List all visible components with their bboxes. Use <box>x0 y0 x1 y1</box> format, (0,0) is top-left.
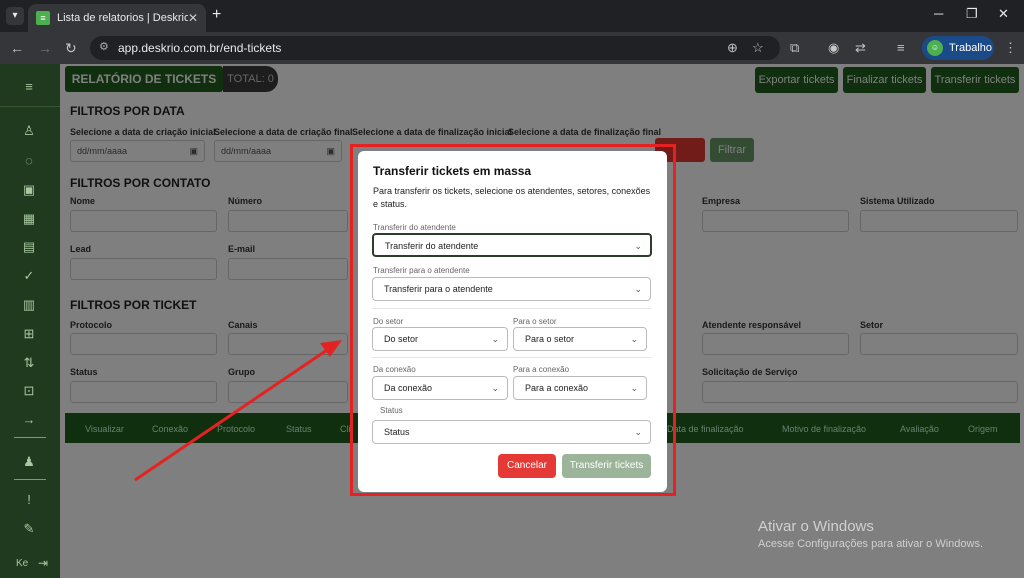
modal-description: Para transferir os tickets, selecione os… <box>373 186 651 209</box>
chevron-down-icon: ⌄ <box>630 334 638 344</box>
divider <box>372 308 651 309</box>
to-sector-value: Para o setor <box>525 334 575 344</box>
status-select-modal[interactable]: Status ⌄ <box>372 420 651 444</box>
modal-title: Transferir tickets em massa <box>373 164 532 178</box>
from-agent-select[interactable]: Transferir do atendente ⌄ <box>372 233 652 257</box>
from-sector-label: Do setor <box>373 317 404 326</box>
status-label: Status <box>380 406 403 415</box>
from-sector-value: Do setor <box>384 334 419 344</box>
to-agent-value: Transferir para o atendente <box>384 284 493 294</box>
transfer-tickets-submit-button[interactable]: Transferir tickets <box>562 454 651 478</box>
chevron-down-icon: ⌄ <box>634 284 642 294</box>
status-value: Status <box>384 427 410 437</box>
cancel-button[interactable]: Cancelar <box>498 454 556 478</box>
from-agent-label: Transferir do atendente <box>373 223 456 232</box>
chevron-down-icon: ⌄ <box>634 241 642 251</box>
windows-activation-watermark: Ativar o Windows Acesse Configurações pa… <box>758 518 983 550</box>
to-connection-select[interactable]: Para a conexão ⌄ <box>513 376 647 400</box>
chevron-down-icon: ⌄ <box>491 383 499 393</box>
chevron-down-icon: ⌄ <box>630 383 638 393</box>
from-connection-select[interactable]: Da conexão ⌄ <box>372 376 508 400</box>
divider <box>372 357 651 358</box>
to-connection-label: Para a conexão <box>513 365 570 374</box>
to-connection-value: Para a conexão <box>525 383 589 393</box>
from-connection-label: Da conexão <box>373 365 416 374</box>
chevron-down-icon: ⌄ <box>634 427 642 437</box>
to-agent-select[interactable]: Transferir para o atendente ⌄ <box>372 277 651 301</box>
watermark-subtitle: Acesse Configurações para ativar o Windo… <box>758 538 983 550</box>
to-sector-label: Para o setor <box>513 317 557 326</box>
from-sector-select[interactable]: Do setor ⌄ <box>372 327 508 351</box>
from-connection-value: Da conexão <box>384 383 433 393</box>
to-sector-select[interactable]: Para o setor ⌄ <box>513 327 647 351</box>
from-agent-value: Transferir do atendente <box>385 241 479 251</box>
chevron-down-icon: ⌄ <box>491 334 499 344</box>
to-agent-label: Transferir para o atendente <box>373 266 470 275</box>
watermark-title: Ativar o Windows <box>758 518 874 535</box>
